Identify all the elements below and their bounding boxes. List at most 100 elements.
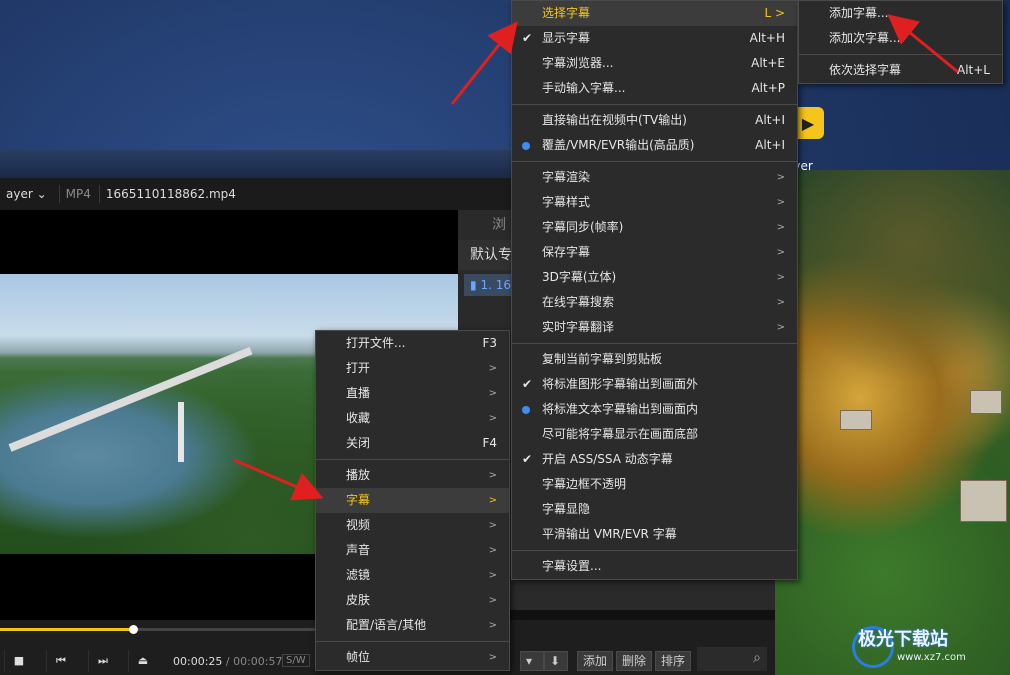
menu-item-select-subtitle[interactable]: 选择字幕 L > bbox=[512, 1, 797, 26]
menu-item-3d-subtitle[interactable]: 3D字幕(立体) > bbox=[512, 265, 797, 290]
submenu-arrow-icon: > bbox=[488, 595, 497, 606]
menu-item-frame[interactable]: 帧位 > bbox=[316, 645, 509, 670]
submenu-arrow-icon: > bbox=[776, 322, 785, 333]
menu-item-add-subtitle[interactable]: 添加字幕... bbox=[799, 1, 1002, 26]
menu-label: 字幕 bbox=[346, 493, 371, 507]
menu-shortcut: L > bbox=[764, 6, 785, 20]
menu-label: 开启 ASS/SSA 动态字幕 bbox=[542, 452, 673, 466]
menu-item-subtitle-sync[interactable]: 字幕同步(帧率) > bbox=[512, 215, 797, 240]
menu-item-copy-subtitle[interactable]: 复制当前字幕到剪贴板 bbox=[512, 347, 797, 372]
submenu-arrow-icon: > bbox=[488, 470, 497, 481]
eject-button[interactable]: ⏏ bbox=[128, 650, 157, 672]
menu-shortcut: F3 bbox=[482, 336, 497, 350]
time-current: 00:00:25 bbox=[173, 655, 223, 668]
menu-label: 帧位 bbox=[346, 650, 371, 664]
playlist-search[interactable]: ⌕ bbox=[697, 647, 767, 671]
menu-item-ass-ssa[interactable]: ✔ 开启 ASS/SSA 动态字幕 bbox=[512, 447, 797, 472]
menu-label: 尽可能将字幕显示在画面底部 bbox=[542, 427, 699, 441]
menu-label: 在线字幕搜索 bbox=[542, 295, 615, 309]
delete-button[interactable]: 删除 bbox=[616, 651, 653, 671]
menu-label: 将标准文本字幕输出到画面内 bbox=[542, 402, 699, 416]
menu-label: 添加字幕... bbox=[829, 6, 889, 20]
file-format: MP4 bbox=[65, 187, 91, 201]
menu-label: 选择字幕 bbox=[542, 6, 591, 20]
menu-item-smooth-output[interactable]: 平滑输出 VMR/EVR 字幕 bbox=[512, 522, 797, 547]
menu-item-tv-output[interactable]: 直接输出在视频中(TV输出) Alt+I bbox=[512, 108, 797, 133]
menu-label: 收藏 bbox=[346, 411, 371, 425]
menu-item-config[interactable]: 配置/语言/其他 > bbox=[316, 613, 509, 638]
landscape-house bbox=[960, 480, 1007, 522]
stop-button[interactable]: ■ bbox=[4, 650, 33, 672]
submenu-arrow-icon: > bbox=[488, 652, 497, 663]
menu-shortcut: Alt+L bbox=[957, 63, 990, 77]
submenu-arrow-icon: > bbox=[488, 570, 497, 581]
menu-divider bbox=[512, 161, 797, 162]
menu-divider bbox=[512, 104, 797, 105]
radio-selected-icon bbox=[522, 142, 530, 150]
menu-item-realtime-translate[interactable]: 实时字幕翻译 > bbox=[512, 315, 797, 340]
submenu-arrow-icon: > bbox=[776, 247, 785, 258]
menu-label: 3D字幕(立体) bbox=[542, 270, 617, 284]
menu-label: 打开文件... bbox=[346, 336, 406, 350]
menu-item-text-inside[interactable]: 将标准文本字幕输出到画面内 bbox=[512, 397, 797, 422]
menu-label: 皮肤 bbox=[346, 593, 371, 607]
menu-item-opaque-border[interactable]: 字幕边框不透明 bbox=[512, 472, 797, 497]
dropdown-button[interactable]: ▾ bbox=[520, 651, 544, 671]
menu-item-close[interactable]: 关闭 F4 bbox=[316, 431, 509, 456]
next-button[interactable]: ⏭ bbox=[88, 650, 117, 672]
menu-item-add-secondary-subtitle[interactable]: 添加次字幕... bbox=[799, 26, 1002, 51]
menu-item-overlay-output[interactable]: 覆盖/VMR/EVR输出(高品质) Alt+I bbox=[512, 133, 797, 158]
check-icon: ✔ bbox=[521, 452, 533, 466]
menu-item-cycle-subtitle[interactable]: 依次选择字幕 Alt+L bbox=[799, 58, 1002, 83]
menu-label: 字幕边框不透明 bbox=[542, 477, 627, 491]
add-button[interactable]: 添加 bbox=[577, 651, 614, 671]
menu-label: 播放 bbox=[346, 468, 371, 482]
chevron-down-icon: ⌄ bbox=[36, 187, 47, 201]
next-icon: ⏭ bbox=[98, 654, 108, 667]
menu-item-toggle-visibility[interactable]: 字幕显隐 bbox=[512, 497, 797, 522]
submenu-arrow-icon: > bbox=[488, 545, 497, 556]
menu-item-show-subtitle[interactable]: ✔ 显示字幕 Alt+H bbox=[512, 26, 797, 51]
menu-item-show-bottom[interactable]: 尽可能将字幕显示在画面底部 bbox=[512, 422, 797, 447]
seek-progress bbox=[0, 628, 133, 631]
play-icon: ▶ bbox=[801, 113, 815, 133]
menu-item-playback[interactable]: 播放 > bbox=[316, 463, 509, 488]
menu-divider bbox=[316, 459, 509, 460]
menu-shortcut: Alt+P bbox=[751, 81, 785, 95]
submenu-arrow-icon: > bbox=[488, 620, 497, 631]
menu-item-open[interactable]: 打开 > bbox=[316, 356, 509, 381]
download-button[interactable]: ⬇ bbox=[544, 651, 568, 671]
menu-item-filters[interactable]: 滤镜 > bbox=[316, 563, 509, 588]
menu-label: 字幕设置... bbox=[542, 559, 602, 573]
menu-item-video[interactable]: 视频 > bbox=[316, 513, 509, 538]
menu-item-audio[interactable]: 声音 > bbox=[316, 538, 509, 563]
menu-item-subtitle-style[interactable]: 字幕样式 > bbox=[512, 190, 797, 215]
menu-item-manual-input[interactable]: 手动输入字幕... Alt+P bbox=[512, 76, 797, 101]
menu-label: 直接输出在视频中(TV输出) bbox=[542, 113, 687, 127]
menu-item-favorites[interactable]: 收藏 > bbox=[316, 406, 509, 431]
divider bbox=[58, 185, 60, 203]
menu-label: 字幕浏览器... bbox=[542, 56, 614, 70]
seek-handle[interactable] bbox=[128, 625, 138, 634]
menu-item-graphic-outside[interactable]: ✔ 将标准图形字幕输出到画面外 bbox=[512, 372, 797, 397]
menu-item-subtitles[interactable]: 字幕 > bbox=[316, 488, 509, 513]
brand-menu[interactable]: ayer ⌄ bbox=[0, 187, 53, 201]
menu-label: 实时字幕翻译 bbox=[542, 320, 615, 334]
previous-button[interactable]: ⏮ bbox=[46, 650, 75, 672]
divider bbox=[98, 185, 100, 203]
menu-divider bbox=[512, 550, 797, 551]
check-icon: ✔ bbox=[521, 31, 533, 45]
menu-item-skins[interactable]: 皮肤 > bbox=[316, 588, 509, 613]
menu-label: 字幕渲染 bbox=[542, 170, 591, 184]
sw-badge[interactable]: S/W bbox=[282, 654, 310, 667]
menu-item-save-subtitle[interactable]: 保存字幕 > bbox=[512, 240, 797, 265]
menu-item-subtitle-settings[interactable]: 字幕设置... bbox=[512, 554, 797, 579]
menu-item-subtitle-browser[interactable]: 字幕浏览器... Alt+E bbox=[512, 51, 797, 76]
watermark-title: 极光下载站 bbox=[858, 629, 948, 650]
menu-item-subtitle-render[interactable]: 字幕渲染 > bbox=[512, 165, 797, 190]
sort-button[interactable]: 排序 bbox=[655, 651, 692, 671]
menu-item-live[interactable]: 直播 > bbox=[316, 381, 509, 406]
menu-label: 显示字幕 bbox=[542, 31, 591, 45]
menu-item-online-search[interactable]: 在线字幕搜索 > bbox=[512, 290, 797, 315]
menu-item-open-file[interactable]: 打开文件... F3 bbox=[316, 331, 509, 356]
